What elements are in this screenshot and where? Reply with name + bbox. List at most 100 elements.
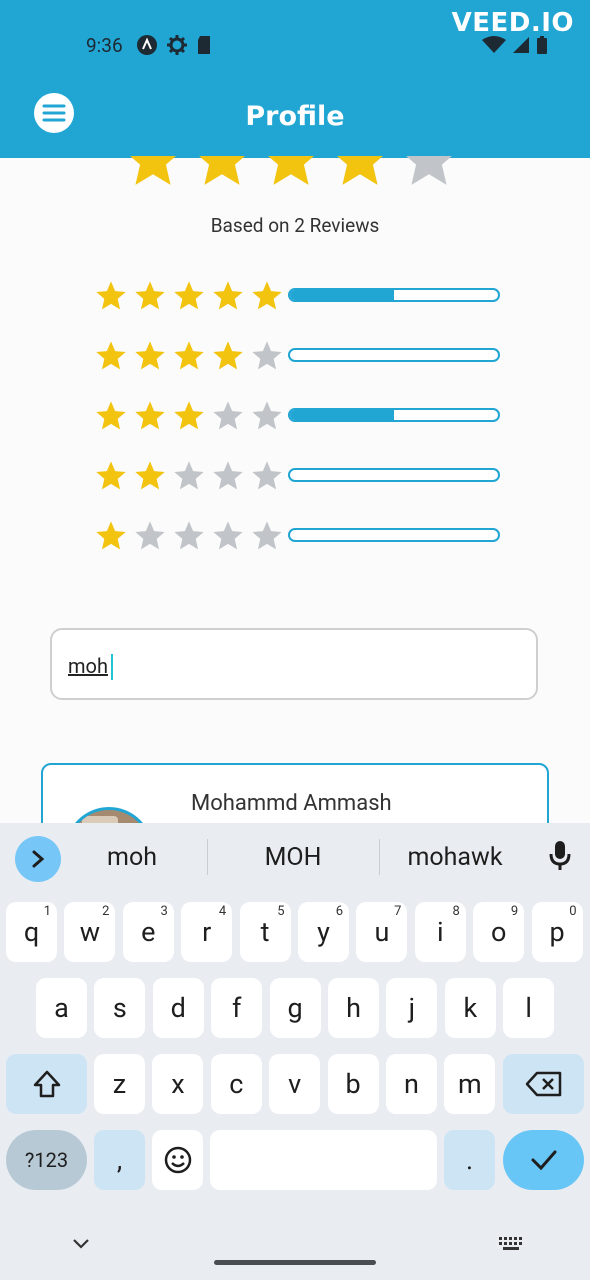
space-key[interactable]: [210, 1130, 437, 1190]
key-j[interactable]: j: [386, 978, 438, 1038]
comma-key[interactable]: ,: [94, 1130, 145, 1190]
rating-row-5: [95, 279, 515, 313]
key-m[interactable]: m: [444, 1054, 496, 1114]
key-hint: 9: [510, 904, 519, 919]
key-i[interactable]: i8: [414, 902, 466, 962]
key-a[interactable]: a: [36, 978, 87, 1038]
key-e[interactable]: e3: [122, 902, 174, 962]
rating-row-stars: [95, 280, 283, 312]
key-l[interactable]: l: [503, 978, 555, 1038]
suggestion-3[interactable]: mohawk: [395, 843, 515, 872]
key-label: c: [229, 1068, 244, 1100]
rating-row-stars: [95, 520, 283, 552]
suggestion-2[interactable]: MOH: [233, 843, 353, 872]
enter-key[interactable]: [503, 1130, 584, 1190]
key-label: y: [317, 916, 330, 948]
rating-row-3: [95, 399, 515, 433]
star-filled-icon: [174, 281, 204, 310]
rating-progress-fill: [290, 290, 394, 300]
voice-input-button[interactable]: [548, 840, 572, 876]
key-s[interactable]: s: [94, 978, 146, 1038]
key-k[interactable]: k: [444, 978, 496, 1038]
search-input-value: moh: [68, 654, 108, 678]
expand-suggestions-button[interactable]: [15, 836, 61, 882]
key-hint: 5: [277, 904, 285, 919]
key-v[interactable]: v: [269, 1054, 321, 1114]
key-n[interactable]: n: [386, 1054, 437, 1114]
reviews-count: Based on 2 Reviews: [210, 214, 380, 237]
user-name: Mohammd Ammash: [191, 791, 392, 816]
key-g[interactable]: g: [269, 978, 321, 1038]
key-r[interactable]: r4: [181, 902, 233, 962]
key-label: p: [549, 916, 565, 948]
key-y[interactable]: y6: [298, 902, 349, 962]
rating-row-stars: [95, 340, 283, 372]
checkmark-icon: [531, 1150, 556, 1171]
key-label: x: [171, 1068, 185, 1100]
star-empty-icon: [252, 521, 282, 550]
key-label: m: [458, 1068, 482, 1100]
emoji-icon: [164, 1146, 191, 1174]
symbols-key[interactable]: ?123: [6, 1130, 87, 1190]
star-filled-icon: [337, 156, 383, 185]
home-handle[interactable]: [214, 1260, 376, 1265]
rating-progress-bar: [288, 468, 500, 482]
star-filled-icon: [96, 281, 126, 310]
key-z[interactable]: z: [94, 1054, 145, 1114]
backspace-key[interactable]: [503, 1054, 584, 1114]
star-empty-icon: [135, 521, 165, 550]
period-key[interactable]: .: [444, 1130, 495, 1190]
star-filled-icon: [174, 341, 204, 370]
rating-progress-fill: [290, 410, 394, 420]
shift-key[interactable]: [6, 1054, 87, 1114]
key-label: l: [525, 992, 532, 1024]
suggestion-divider: [379, 839, 380, 875]
star-empty-icon: [174, 521, 204, 550]
key-hint: 4: [218, 904, 227, 919]
keyboard-switch-icon[interactable]: [498, 1236, 524, 1252]
key-hint: 6: [335, 904, 343, 919]
star-empty-icon: [252, 341, 282, 370]
key-u[interactable]: u7: [356, 902, 408, 962]
key-o[interactable]: o9: [473, 902, 525, 962]
star-filled-icon: [252, 281, 282, 310]
key-hint: 3: [160, 904, 168, 919]
suggestion-1[interactable]: moh: [82, 843, 182, 872]
star-filled-icon: [135, 281, 165, 310]
star-filled-icon: [130, 156, 176, 185]
star-empty-icon: [213, 401, 243, 430]
key-hint: 1: [43, 904, 51, 919]
key-h[interactable]: h: [328, 978, 379, 1038]
overall-rating-stars: [122, 156, 472, 200]
key-label: b: [345, 1068, 361, 1100]
search-input[interactable]: moh: [50, 628, 538, 700]
key-label: k: [463, 992, 478, 1024]
key-b[interactable]: b: [327, 1054, 379, 1114]
rating-progress-bar: [288, 528, 500, 542]
key-label: u: [374, 916, 390, 948]
key-label: i: [437, 916, 444, 948]
key-t[interactable]: t5: [239, 902, 291, 962]
key-d[interactable]: d: [152, 978, 204, 1038]
soft-keyboard: moh MOH mohawk q1w2e3r4t5y6u7i8o9p0 asdf…: [0, 823, 590, 1280]
key-hint: 8: [452, 904, 460, 919]
chevron-right-icon: [32, 850, 45, 868]
battery-icon: [537, 36, 547, 54]
key-label: f: [231, 992, 242, 1024]
star-filled-icon: [199, 156, 245, 185]
rating-row-4: [95, 339, 515, 373]
key-q[interactable]: q1: [6, 902, 57, 962]
key-p[interactable]: p0: [531, 902, 583, 962]
emoji-key[interactable]: [152, 1130, 203, 1190]
key-c[interactable]: c: [210, 1054, 262, 1114]
star-filled-icon: [135, 341, 165, 370]
hide-keyboard-icon[interactable]: [72, 1238, 90, 1250]
watermark: VEED.IO: [451, 8, 574, 38]
rating-row-2: [95, 459, 515, 493]
key-f[interactable]: f: [211, 978, 263, 1038]
key-w[interactable]: w2: [64, 902, 116, 962]
key-x[interactable]: x: [152, 1054, 204, 1114]
suggestion-divider: [207, 839, 208, 875]
key-label: h: [346, 992, 361, 1024]
status-icons: [136, 34, 212, 56]
